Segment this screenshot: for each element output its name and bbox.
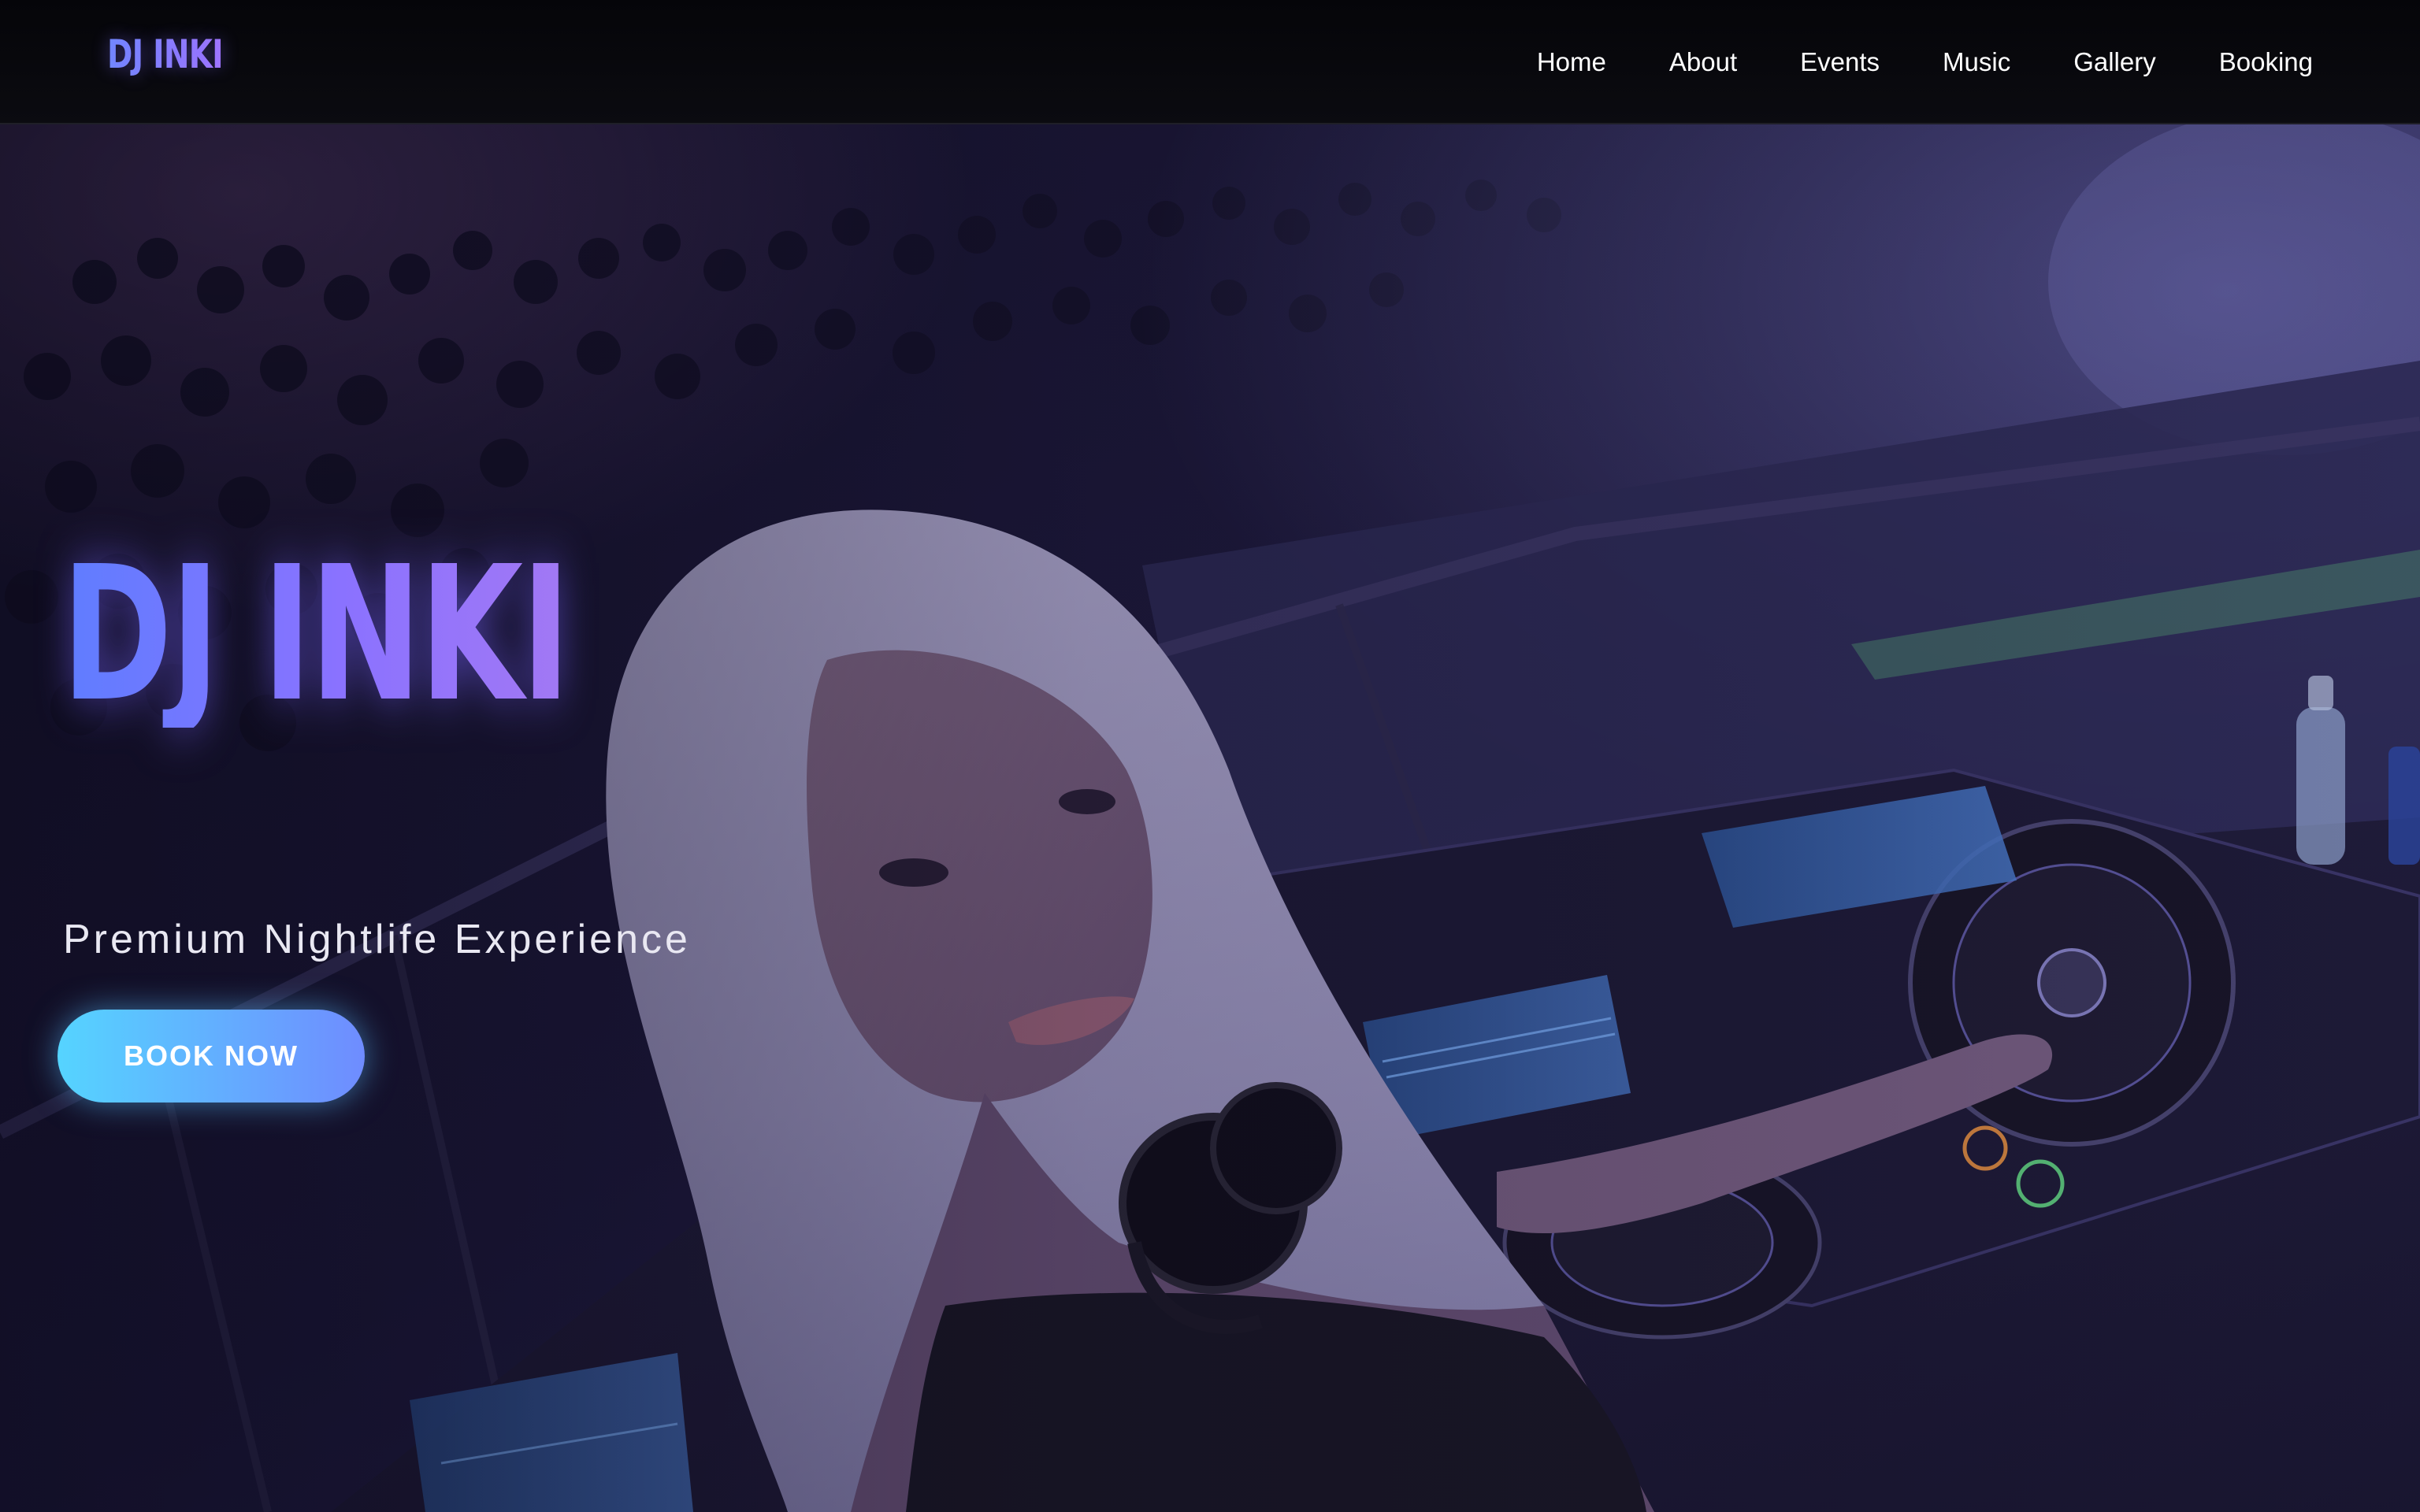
top-navbar: DJ INKI Home About Events Music Gallery … [0,0,2420,124]
book-now-button[interactable]: BOOK NOW [58,1010,365,1102]
hero-title: DJ INKI [61,526,570,743]
nav-link-events[interactable]: Events [1800,47,1880,77]
hero-section: DJ INKI Premium Nightlife Experience BOO… [0,124,2420,1512]
nav-link-music[interactable]: Music [1943,47,2010,77]
hero-dark-overlay [0,124,2420,1512]
nav-link-about[interactable]: About [1669,47,1737,77]
hero-subtitle: Premium Nightlife Experience [63,917,691,962]
nav-link-gallery[interactable]: Gallery [2073,47,2156,77]
nav-link-booking[interactable]: Booking [2219,47,2313,77]
nav-menu: Home About Events Music Gallery Booking [1474,0,2313,124]
brand-logo[interactable]: DJ INKI [107,32,224,77]
nav-link-home[interactable]: Home [1537,47,1606,77]
